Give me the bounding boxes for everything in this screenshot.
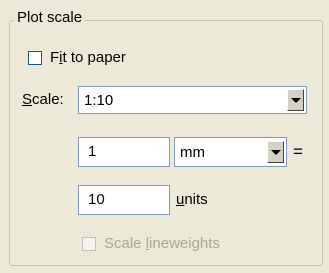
equals-sign: =	[293, 142, 303, 161]
scale-lineweights-checkbox[interactable]: Scale lineweights	[82, 234, 220, 254]
scale-label: Scale:	[22, 91, 64, 108]
scale-lineweights-label: Scale lineweights	[104, 235, 220, 252]
chevron-down-icon	[270, 149, 281, 155]
plot-scale-panel: Plot scale Fit to paper Scale: 1:10 1 mm…	[0, 0, 329, 273]
fit-to-paper-box[interactable]	[28, 51, 42, 65]
fit-to-paper-checkbox[interactable]: Fit to paper	[28, 48, 126, 68]
units-label: units	[176, 191, 208, 208]
fit-to-paper-label: Fit to paper	[50, 49, 126, 66]
scale-lineweights-box[interactable]	[82, 237, 96, 251]
drawing-units-input[interactable]: 10	[78, 185, 170, 215]
scale-dropdown[interactable]: 1:10	[78, 86, 307, 114]
units-dropdown-button[interactable]	[267, 141, 284, 163]
scale-dropdown-button[interactable]	[287, 89, 304, 111]
units-dropdown[interactable]: mm	[174, 137, 287, 167]
plot-scale-title: Plot scale	[14, 8, 86, 28]
units-dropdown-value: mm	[180, 143, 205, 161]
chevron-down-icon	[290, 97, 301, 103]
paper-units-input[interactable]: 1	[78, 137, 170, 167]
scale-dropdown-value: 1:10	[84, 91, 114, 109]
